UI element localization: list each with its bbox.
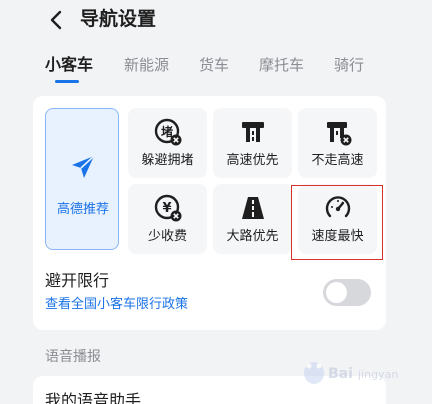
less-toll-icon: ¥ bbox=[154, 194, 182, 222]
tab-truck[interactable]: 货车 bbox=[199, 54, 229, 76]
page-title: 导航设置 bbox=[80, 8, 157, 30]
option-label: 躲避拥堵 bbox=[141, 153, 194, 168]
no-highway-icon bbox=[327, 122, 352, 146]
baidu-watermark-logo: Bai jingyan bbox=[304, 362, 398, 384]
tab-car[interactable]: 小客车 bbox=[45, 54, 93, 76]
option-highway-first[interactable]: 高速优先 bbox=[213, 108, 292, 178]
restriction-policy-link[interactable]: 查看全国小客车限行政策 bbox=[45, 296, 188, 314]
option-label: 不走高速 bbox=[311, 153, 364, 168]
avoid-restriction-toggle[interactable] bbox=[323, 279, 371, 306]
highway-icon bbox=[242, 122, 264, 142]
option-less-toll[interactable]: ¥ 少收费 bbox=[128, 184, 207, 254]
option-label: 大路优先 bbox=[226, 229, 279, 244]
option-main-road[interactable]: 大路优先 bbox=[213, 184, 292, 254]
voice-section-label: 语音播报 bbox=[45, 349, 101, 365]
toggle-knob bbox=[326, 282, 347, 303]
congestion-avoid-icon: 堵 bbox=[154, 118, 182, 146]
voice-assistant-item[interactable]: 我的语音助手 bbox=[45, 390, 141, 404]
highlight-annotation-box bbox=[291, 185, 383, 260]
chevron-left-icon bbox=[50, 10, 62, 30]
vehicle-tabs: 小客车 新能源 货车 摩托车 骑行 bbox=[0, 50, 432, 86]
svg-text:jingyan: jingyan bbox=[357, 368, 398, 381]
avoid-restriction-title: 避开限行 bbox=[45, 271, 110, 290]
option-recommended[interactable]: 高德推荐 bbox=[45, 108, 119, 250]
tab-motorcycle[interactable]: 摩托车 bbox=[259, 54, 304, 76]
svg-text:¥: ¥ bbox=[162, 201, 171, 216]
active-tab-indicator bbox=[55, 80, 79, 83]
tab-new-energy[interactable]: 新能源 bbox=[124, 54, 169, 76]
option-label: 少收费 bbox=[147, 229, 187, 244]
svg-text:Bai: Bai bbox=[328, 366, 353, 382]
option-label: 高速优先 bbox=[226, 153, 279, 168]
tab-cycling[interactable]: 骑行 bbox=[334, 54, 364, 76]
back-button[interactable] bbox=[42, 6, 70, 34]
header-bar: 导航设置 bbox=[0, 0, 432, 40]
option-label: 高德推荐 bbox=[56, 202, 109, 217]
option-no-highway[interactable]: 不走高速 bbox=[298, 108, 377, 178]
paper-plane-icon bbox=[72, 155, 95, 178]
svg-text:堵: 堵 bbox=[161, 124, 173, 139]
main-road-icon bbox=[242, 197, 264, 219]
option-avoid-congestion[interactable]: 堵 躲避拥堵 bbox=[128, 108, 207, 178]
